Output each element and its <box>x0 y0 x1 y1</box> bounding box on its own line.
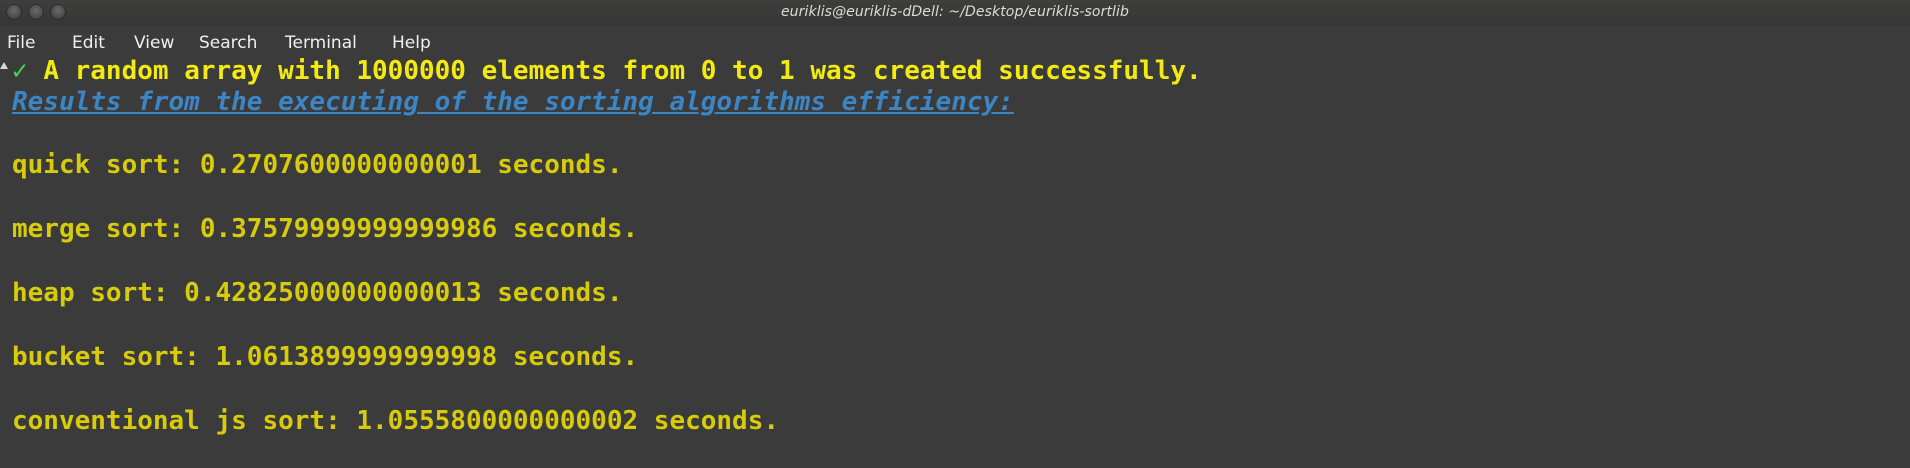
menu-view[interactable]: View <box>134 33 174 53</box>
menu-search[interactable]: Search <box>199 33 257 53</box>
success-message: A random array with 1000000 elements fro… <box>43 56 1202 86</box>
results-heading: Results from the executing of the sortin… <box>12 87 1014 117</box>
result-quick-sort: quick sort: 0.2707600000000001 seconds. <box>12 150 623 180</box>
result-conventional-js-sort: conventional js sort: 1.0555800000000002… <box>12 406 780 436</box>
terminal-window: euriklis@euriklis-dDell: ~/Desktop/eurik… <box>0 0 1910 468</box>
menu-file[interactable]: File <box>7 33 35 53</box>
checkmark-icon: ✓ <box>12 56 28 86</box>
title-bar[interactable]: euriklis@euriklis-dDell: ~/Desktop/eurik… <box>0 0 1910 26</box>
result-merge-sort: merge sort: 0.37579999999999986 seconds. <box>12 214 639 244</box>
window-title: euriklis@euriklis-dDell: ~/Desktop/eurik… <box>780 4 1130 20</box>
result-heap-sort: heap sort: 0.42825000000000013 seconds. <box>12 278 623 308</box>
result-bucket-sort: bucket sort: 1.0613899999999998 seconds. <box>12 342 639 372</box>
menu-bar: File Edit View Search Terminal Help <box>0 26 1910 54</box>
success-message-line: ✓ A random array with 1000000 elements f… <box>12 56 1202 86</box>
menu-help[interactable]: Help <box>392 33 431 53</box>
menu-edit[interactable]: Edit <box>72 33 105 53</box>
scroll-up-arrow-icon[interactable] <box>0 62 8 69</box>
terminal-output[interactable]: ✓ A random array with 1000000 elements f… <box>12 56 1902 466</box>
menu-terminal[interactable]: Terminal <box>285 33 357 53</box>
